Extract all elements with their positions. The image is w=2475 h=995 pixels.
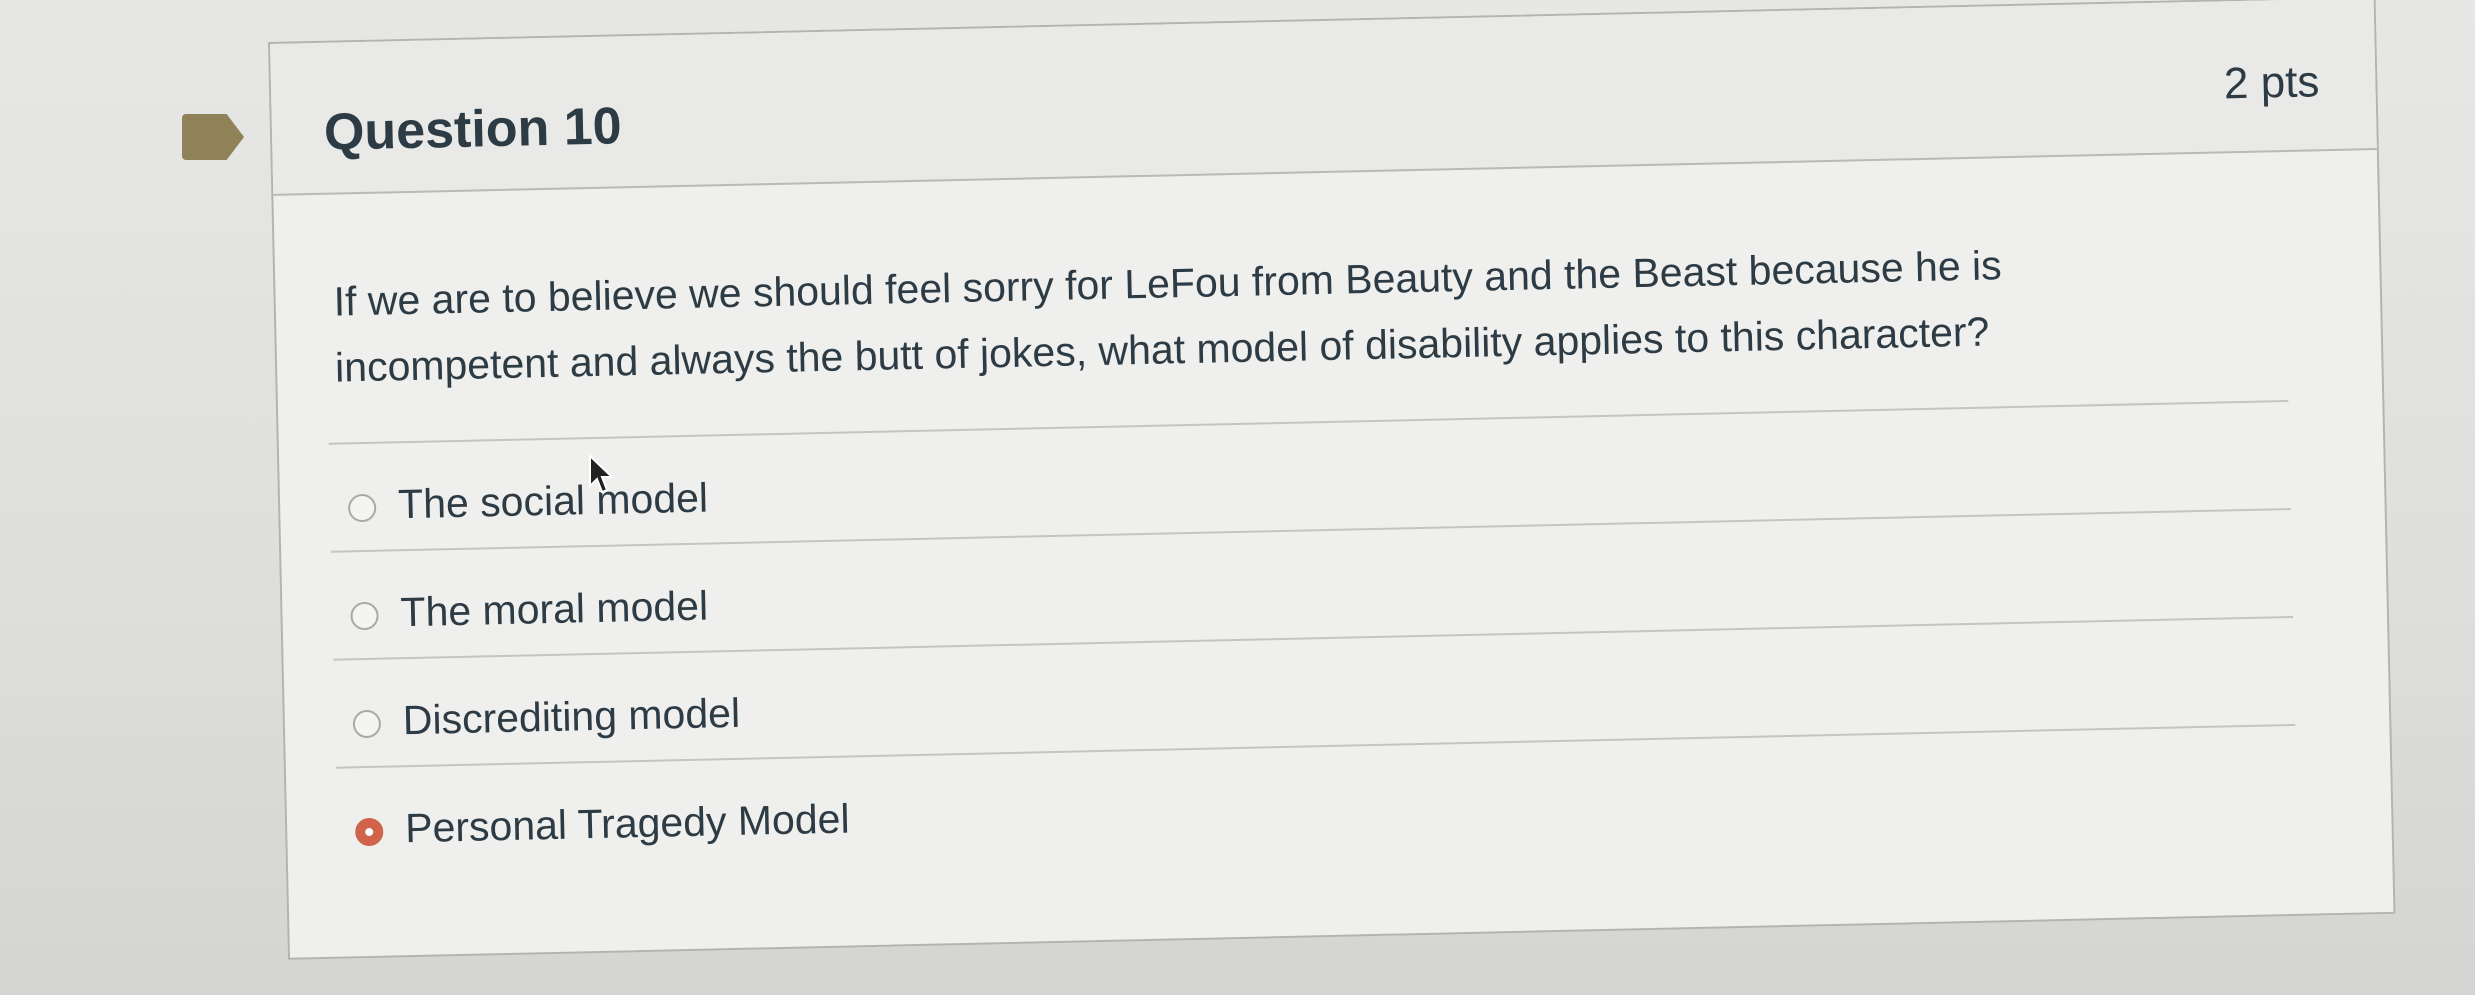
answer-label[interactable]: Discrediting model (402, 690, 740, 744)
radio-button[interactable] (352, 709, 382, 739)
mouse-pointer-icon (589, 454, 614, 494)
radio-button[interactable] (350, 601, 379, 631)
answer-label[interactable]: The social model (398, 475, 709, 529)
question-points: 2 pts (2223, 57, 2320, 109)
question-header: Question 10 2 pts (270, 0, 2377, 196)
question-text: If we are to believe we should feel sorr… (333, 242, 2003, 391)
answer-label[interactable]: Personal Tragedy Model (405, 796, 850, 853)
answer-list: The social model The moral model Discred… (328, 400, 2298, 875)
quiz-page: Question 10 2 pts If we are to believe w… (0, 0, 2475, 995)
radio-button[interactable] (347, 493, 377, 523)
question-flag-icon[interactable] (182, 114, 244, 160)
radio-button-selected[interactable] (354, 817, 384, 847)
answer-label[interactable]: The moral model (400, 583, 709, 637)
question-title: Question 10 (323, 97, 623, 162)
